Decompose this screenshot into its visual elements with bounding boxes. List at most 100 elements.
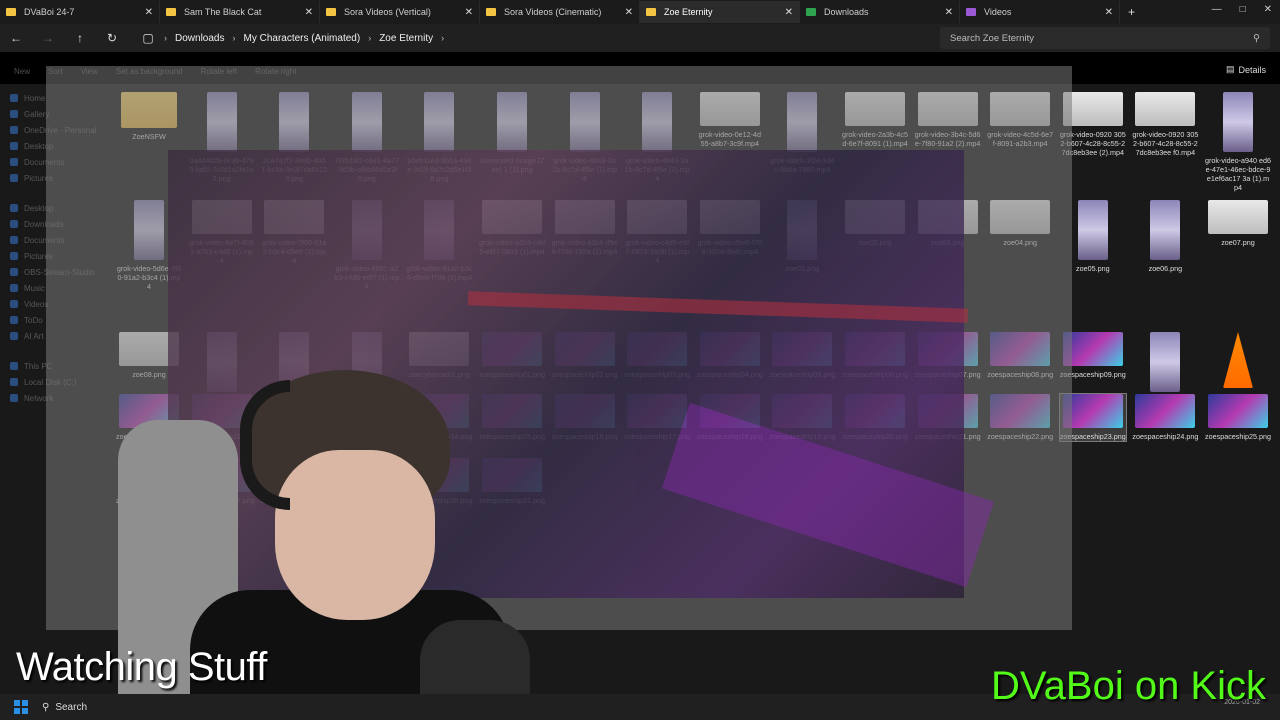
- folder-icon: [10, 332, 18, 340]
- command-0[interactable]: New: [14, 67, 30, 76]
- thumbnail-image: [1150, 200, 1181, 260]
- details-label: Details: [1238, 64, 1266, 75]
- breadcrumb: ▢ › Downloads › My Characters (Animated)…: [132, 27, 922, 49]
- file-name: zoe06.png: [1148, 264, 1183, 273]
- folder-icon: [10, 378, 18, 386]
- tab-1[interactable]: Sam The Black Cat ✕: [160, 1, 320, 23]
- folder-icon: [10, 394, 18, 402]
- close-tab-icon[interactable]: ✕: [1105, 7, 1113, 18]
- sidebar-item-label: ToDo: [24, 315, 43, 325]
- close-tab-icon[interactable]: ✕: [145, 7, 153, 18]
- tab-label: Sora Videos (Cinematic): [504, 7, 602, 17]
- close-tab-icon[interactable]: ✕: [465, 7, 473, 18]
- file-name: zoe07.png: [1221, 238, 1255, 247]
- monitor-icon[interactable]: ▢: [132, 31, 164, 45]
- preview-red-streak: [467, 291, 969, 323]
- start-button[interactable]: [14, 700, 28, 714]
- search-placeholder: Search Zoe Eternity: [950, 32, 1034, 44]
- file-item[interactable]: zoe06.png: [1132, 200, 1198, 273]
- close-tab-icon[interactable]: ✕: [785, 7, 793, 18]
- forward-button[interactable]: →: [32, 31, 64, 45]
- file-item[interactable]: zoem1.mp4: [1205, 332, 1271, 401]
- tab-5[interactable]: Downloads ✕: [800, 1, 960, 23]
- chevron-right-icon: ›: [164, 33, 167, 43]
- thumbnail-image: [1135, 394, 1196, 428]
- folder-icon: [10, 284, 18, 292]
- tab-list: DVaBoi 24-7 ✕ Sam The Black Cat ✕ Sora Video…: [0, 1, 1120, 23]
- search-input[interactable]: Search Zoe Eternity ⚲: [940, 27, 1270, 49]
- file-item[interactable]: zoe07.png: [1205, 200, 1271, 247]
- back-button[interactable]: ←: [0, 31, 32, 45]
- folder-icon: [10, 220, 18, 228]
- chevron-right-icon[interactable]: ›: [441, 33, 444, 43]
- sidebar-item-label: Home: [24, 93, 46, 103]
- breadcrumb-zoe-eternity[interactable]: Zoe Eternity: [379, 33, 433, 44]
- thumbnail-image: [1077, 200, 1108, 260]
- folder-icon: [10, 142, 18, 150]
- details-icon: ▤: [1225, 64, 1235, 74]
- folder-icon: [10, 236, 18, 244]
- refresh-button[interactable]: ↻: [96, 31, 128, 45]
- thumbnail-image: [1135, 92, 1196, 126]
- thumbnail-image: [1208, 200, 1268, 234]
- chevron-right-icon: ›: [232, 33, 236, 43]
- folder-icon: [10, 174, 18, 182]
- folder-icon: [10, 362, 18, 370]
- vlc-icon: [1223, 332, 1253, 388]
- close-tab-icon[interactable]: ✕: [305, 7, 313, 18]
- preview-purple-beam: [661, 402, 995, 588]
- close-window-button[interactable]: ✕: [1264, 4, 1272, 15]
- folder-icon: [966, 8, 976, 16]
- file-name: grok-video-a940 ed6e-47e1-46ec-bdce-9e1e…: [1205, 156, 1271, 192]
- thumbnail-image: [1223, 92, 1253, 152]
- file-name: zoespaceship25.png: [1205, 432, 1271, 441]
- chevron-right-icon: ›: [368, 33, 372, 43]
- tab-label: DVaBoi 24-7: [24, 7, 75, 17]
- headphones-shape: [240, 380, 290, 510]
- file-item[interactable]: grok-video-0920 3052-b607-4c28-8c55-27dc…: [1132, 92, 1198, 157]
- details-button[interactable]: ▤ Details: [1226, 64, 1266, 75]
- taskbar-search-label: Search: [55, 701, 88, 713]
- stream-title-overlay: Watching Stuff: [16, 645, 267, 689]
- breadcrumb-downloads[interactable]: Downloads: [175, 33, 224, 44]
- file-name: zoe05.png: [1076, 264, 1110, 273]
- new-tab-button[interactable]: +: [1128, 5, 1135, 19]
- folder-icon: [10, 110, 18, 118]
- folder-icon: [6, 8, 16, 16]
- file-item[interactable]: zoespaceship24.png: [1132, 394, 1198, 441]
- address-bar: ← → ↑ ↻ ▢ › Downloads › My Characters (A…: [0, 24, 1280, 52]
- tab-2[interactable]: Sora Videos (Vertical) ✕: [320, 1, 480, 23]
- folder-icon: [10, 158, 18, 166]
- file-name: zoespaceship24.png: [1132, 432, 1199, 441]
- minimize-button[interactable]: —: [1212, 4, 1222, 15]
- breadcrumb-my-characters[interactable]: My Characters (Animated): [243, 33, 360, 44]
- close-tab-icon[interactable]: ✕: [625, 7, 633, 18]
- window-controls: — □ ✕: [1212, 4, 1272, 15]
- tab-3[interactable]: Sora Videos (Cinematic) ✕: [480, 1, 640, 23]
- maximize-button[interactable]: □: [1240, 4, 1246, 15]
- thumbnail-image: [1208, 394, 1268, 428]
- folder-icon: [326, 8, 336, 16]
- taskbar-search[interactable]: ⚲ Search: [42, 702, 87, 713]
- search-icon: ⚲: [1253, 32, 1260, 44]
- thumbnail-image: [1150, 332, 1181, 392]
- kick-channel-overlay: DVaBoi on Kick: [991, 664, 1266, 708]
- tab-0[interactable]: DVaBoi 24-7 ✕: [0, 1, 160, 23]
- folder-icon: [10, 300, 18, 308]
- folder-icon: [166, 8, 176, 16]
- folder-icon: [10, 204, 18, 212]
- folder-icon: [10, 126, 18, 134]
- file-item[interactable]: zoespaceship25.png: [1205, 394, 1271, 441]
- search-icon: ⚲: [42, 701, 50, 713]
- tab-label: Sora Videos (Vertical): [344, 7, 431, 17]
- folder-icon: [646, 8, 656, 16]
- tab-4[interactable]: Zoe Eternity ✕: [640, 1, 800, 23]
- folder-icon: [486, 8, 496, 16]
- tab-label: Downloads: [824, 7, 869, 17]
- close-tab-icon[interactable]: ✕: [945, 7, 953, 18]
- tab-6[interactable]: Videos ✕: [960, 1, 1120, 23]
- tab-label: Videos: [984, 7, 1012, 17]
- up-button[interactable]: ↑: [64, 31, 96, 45]
- file-item[interactable]: grok-video-a940 ed6e-47e1-46ec-bdce-9e1e…: [1205, 92, 1271, 192]
- tab-label: Sam The Black Cat: [184, 7, 262, 17]
